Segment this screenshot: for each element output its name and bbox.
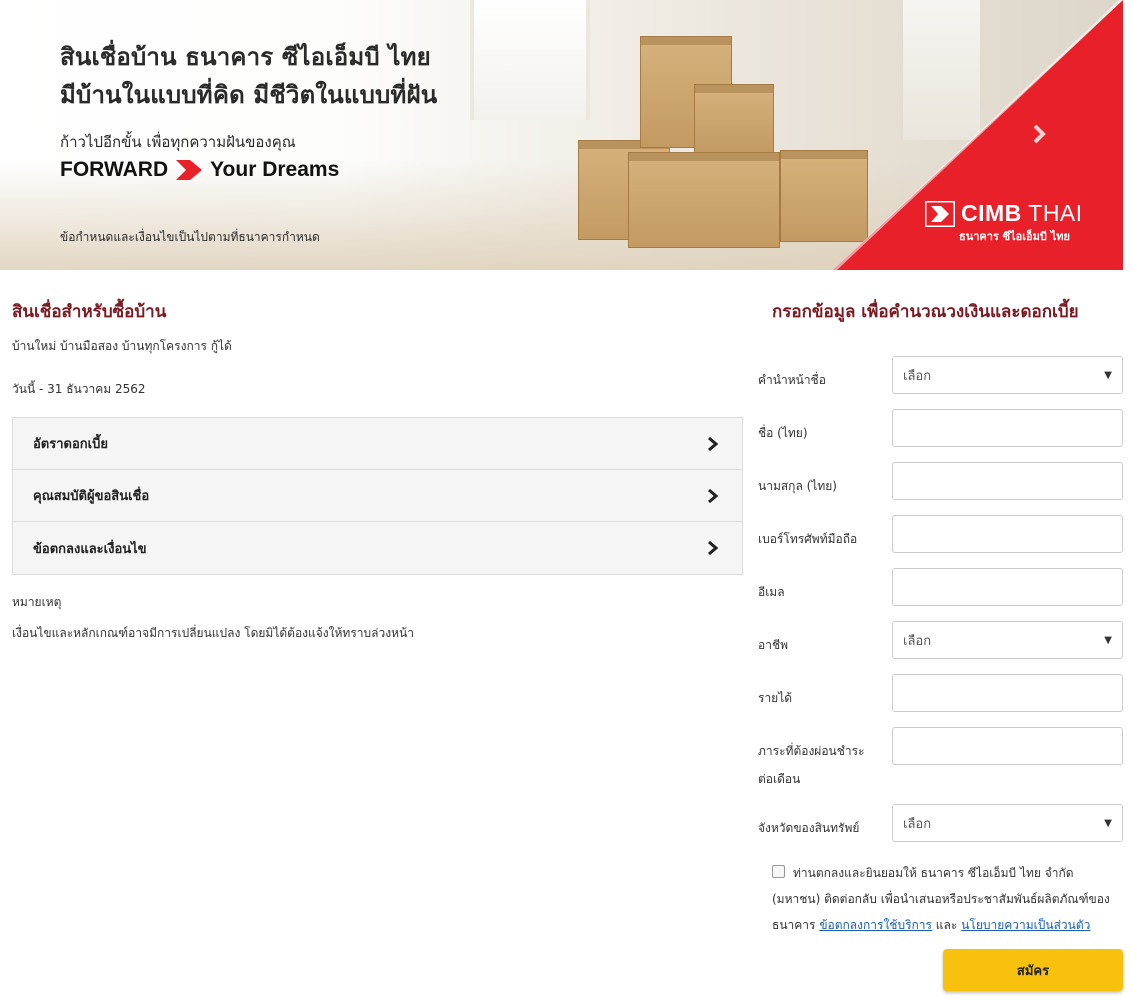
last-name-label: นามสกุล (ไทย) xyxy=(758,479,837,493)
calculator-form: กรอกข้อมูล เพื่อคำนวณวงเงินและดอกเบี้ย ค… xyxy=(758,298,1124,842)
monthly-debt-label: ภาระที่ต้องผ่อนชำระต่อเดือน xyxy=(758,744,865,786)
income-input[interactable] xyxy=(892,674,1123,712)
form-title: กรอกข้อมูล เพื่อคำนวณวงเงินและดอกเบี้ย xyxy=(772,302,1079,322)
accordion-terms[interactable]: ข้อตกลงและเงื่อนไข xyxy=(13,522,742,574)
note-title: หมายเหตุ xyxy=(12,595,62,609)
income-label: รายได้ xyxy=(758,691,793,705)
province-select[interactable]: เลือก ▼ xyxy=(892,804,1123,842)
banner-next-arrow-icon[interactable] xyxy=(1028,123,1050,145)
dreams-word: Your Dreams xyxy=(210,158,340,181)
banner-headline-2: มีบ้านในแบบที่คิด มีชีวิตในแบบที่ฝัน xyxy=(60,81,438,109)
consent-checkbox[interactable] xyxy=(772,865,785,878)
chevron-right-icon xyxy=(708,436,719,451)
logo-text: CIMB THAI xyxy=(961,200,1083,227)
cimb-thai-logo: CIMB THAI ธนาคาร ซีไอเอ็มบี ไทย xyxy=(925,200,1083,245)
accordion-label: คุณสมบัติผู้ขอสินเชื่อ xyxy=(33,489,150,504)
caret-down-icon: ▼ xyxy=(1104,634,1112,646)
hero-banner: สินเชื่อบ้าน ธนาคาร ซีไอเอ็มบี ไทย มีบ้า… xyxy=(0,0,1123,270)
product-info: สินเชื่อสำหรับซื้อบ้าน บ้านใหม่ บ้านมือส… xyxy=(12,298,743,643)
accordion-label: ข้อตกลงและเงื่อนไข xyxy=(33,541,147,557)
cardboard-box xyxy=(628,152,780,248)
cimb-chevron-icon xyxy=(176,160,203,180)
product-accordion: อัตราดอกเบี้ย คุณสมบัติผู้ขอสินเชื่อ ข้อ… xyxy=(12,417,743,575)
occupation-label: อาชีพ xyxy=(758,638,788,652)
mobile-label: เบอร์โทรศัพท์มือถือ xyxy=(758,532,858,546)
logo-brand: CIMB xyxy=(961,200,1022,226)
email-label: อีเมล xyxy=(758,585,785,599)
privacy-link[interactable]: นโยบายความเป็นส่วนตัว xyxy=(961,918,1090,932)
accordion-interest-rate[interactable]: อัตราดอกเบี้ย xyxy=(13,418,742,470)
banner-copy: สินเชื่อบ้าน ธนาคาร ซีไอเอ็มบี ไทย มีบ้า… xyxy=(60,38,437,182)
note-text: เงื่อนไขและหลักเกณฑ์อาจมีการเปลี่ยนแปลง … xyxy=(12,626,414,640)
title-prefix-label: คำนำหน้าชื่อ xyxy=(758,373,826,387)
logo-subtitle: ธนาคาร ซีไอเอ็มบี ไทย xyxy=(959,230,1070,243)
submit-button[interactable]: สมัคร xyxy=(943,949,1123,991)
select-value: เลือก xyxy=(903,816,932,832)
last-name-input[interactable] xyxy=(892,462,1123,500)
chevron-right-icon xyxy=(708,540,719,556)
product-title: สินเชื่อสำหรับซื้อบ้าน xyxy=(12,302,167,322)
first-name-label: ชื่อ (ไทย) xyxy=(758,426,808,440)
monthly-debt-input[interactable] xyxy=(892,727,1123,765)
province-label: จังหวัดของสินทรัพย์ xyxy=(758,821,860,835)
terms-link[interactable]: ข้อตกลงการใช้บริการ xyxy=(819,918,932,932)
caret-down-icon: ▼ xyxy=(1104,817,1112,829)
email-input[interactable] xyxy=(892,568,1123,606)
banner-tagline: ก้าวไปอีกขั้น เพื่อทุกความฝันของคุณ xyxy=(60,133,296,151)
occupation-select[interactable]: เลือก ▼ xyxy=(892,621,1123,659)
chevron-right-icon xyxy=(708,488,719,503)
accordion-qualifications[interactable]: คุณสมบัติผู้ขอสินเชื่อ xyxy=(13,470,742,522)
consent-and: และ xyxy=(935,918,958,932)
first-name-input[interactable] xyxy=(892,409,1123,447)
title-prefix-select[interactable]: เลือก ▼ xyxy=(892,356,1123,394)
select-value: เลือก xyxy=(903,633,932,649)
banner-window xyxy=(470,0,590,120)
forward-word: FORWARD xyxy=(60,158,169,181)
consent-block: ท่านตกลงและยินยอมให้ ธนาคาร ซีไอเอ็มบี ไ… xyxy=(772,860,1124,938)
promotion-period: วันนี้ - 31 ธันวาคม 2562 xyxy=(12,382,146,396)
mobile-input[interactable] xyxy=(892,515,1123,553)
cimb-logo-mark-icon xyxy=(925,200,955,227)
banner-disclaimer: ข้อกำหนดและเงื่อนไขเป็นไปตามที่ธนาคารกำห… xyxy=(60,230,320,244)
banner-headline-1: สินเชื่อบ้าน ธนาคาร ซีไอเอ็มบี ไทย xyxy=(60,43,431,71)
select-value: เลือก xyxy=(903,368,932,384)
cardboard-box xyxy=(694,84,774,154)
logo-country: THAI xyxy=(1028,200,1083,226)
caret-down-icon: ▼ xyxy=(1104,369,1112,381)
product-description: บ้านใหม่ บ้านมือสอง บ้านทุกโครงการ กู้ได… xyxy=(12,339,232,353)
accordion-label: อัตราดอกเบี้ย xyxy=(33,437,108,452)
forward-slogan: FORWARD Your Dreams xyxy=(60,158,437,182)
